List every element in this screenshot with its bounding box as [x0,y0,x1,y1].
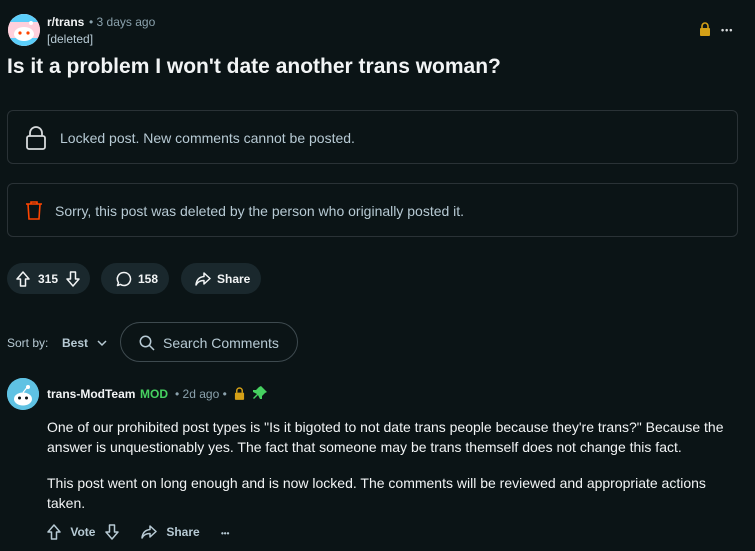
deleted-notice-text: Sorry, this post was deleted by the pers… [55,203,465,219]
lock-icon [234,387,245,405]
trash-icon [26,201,42,220]
share-button[interactable]: Share [181,263,261,294]
share-label: Share [217,271,251,286]
comments-button[interactable]: 158 [101,263,169,294]
search-icon [139,335,155,351]
post-author: [deleted] [47,32,94,46]
comment-paragraph: This post went on long enough and is now… [47,475,706,511]
comment-icon [116,271,132,286]
lock-icon [699,22,711,41]
post-time: • 3 days ago [89,15,156,29]
share-label: Share [166,524,200,539]
comment-paragraph: One of our prohibited post types is "Is … [47,419,724,455]
chevron-down-icon [97,340,107,347]
upvote-icon[interactable] [16,270,30,287]
locked-notice-text: Locked post. New comments cannot be post… [60,130,355,146]
post-title: Is it a problem I won't date another tra… [7,55,501,78]
lock-icon [26,126,46,150]
upvote-icon[interactable] [47,524,61,540]
comment-author[interactable]: trans-ModTeam [47,387,135,401]
comment-more-icon[interactable]: ••• [221,529,229,538]
mod-badge: MOD [140,387,168,401]
snoo-avatar-icon [8,14,40,46]
more-options-icon[interactable]: ••• [721,25,733,35]
subreddit-name[interactable]: r/trans [47,15,84,29]
vote-count: 315 [38,271,59,286]
subreddit-avatar[interactable] [8,14,40,46]
comment-share-button[interactable]: Share [141,524,200,539]
downvote-icon[interactable] [66,270,80,287]
commenter-avatar[interactable] [7,378,39,410]
pin-icon [252,385,268,406]
snoo-avatar-icon [7,378,39,410]
share-icon [141,525,157,539]
comment-vote: Vote [47,524,119,540]
deleted-notice: Sorry, this post was deleted by the pers… [7,183,738,237]
downvote-icon[interactable] [105,524,119,540]
vote-pill: 315 [7,263,90,294]
locked-notice: Locked post. New comments cannot be post… [7,110,738,164]
comment-count: 158 [138,271,159,286]
share-icon [195,271,211,286]
search-placeholder: Search Comments [163,335,279,351]
sort-label: Sort by: [7,336,49,350]
sort-dropdown[interactable]: Best [62,336,107,350]
search-comments-input[interactable]: Search Comments [120,322,298,362]
comment-time: • 2d ago • [175,387,227,401]
sort-value: Best [62,336,89,350]
vote-label: Vote [70,525,96,539]
